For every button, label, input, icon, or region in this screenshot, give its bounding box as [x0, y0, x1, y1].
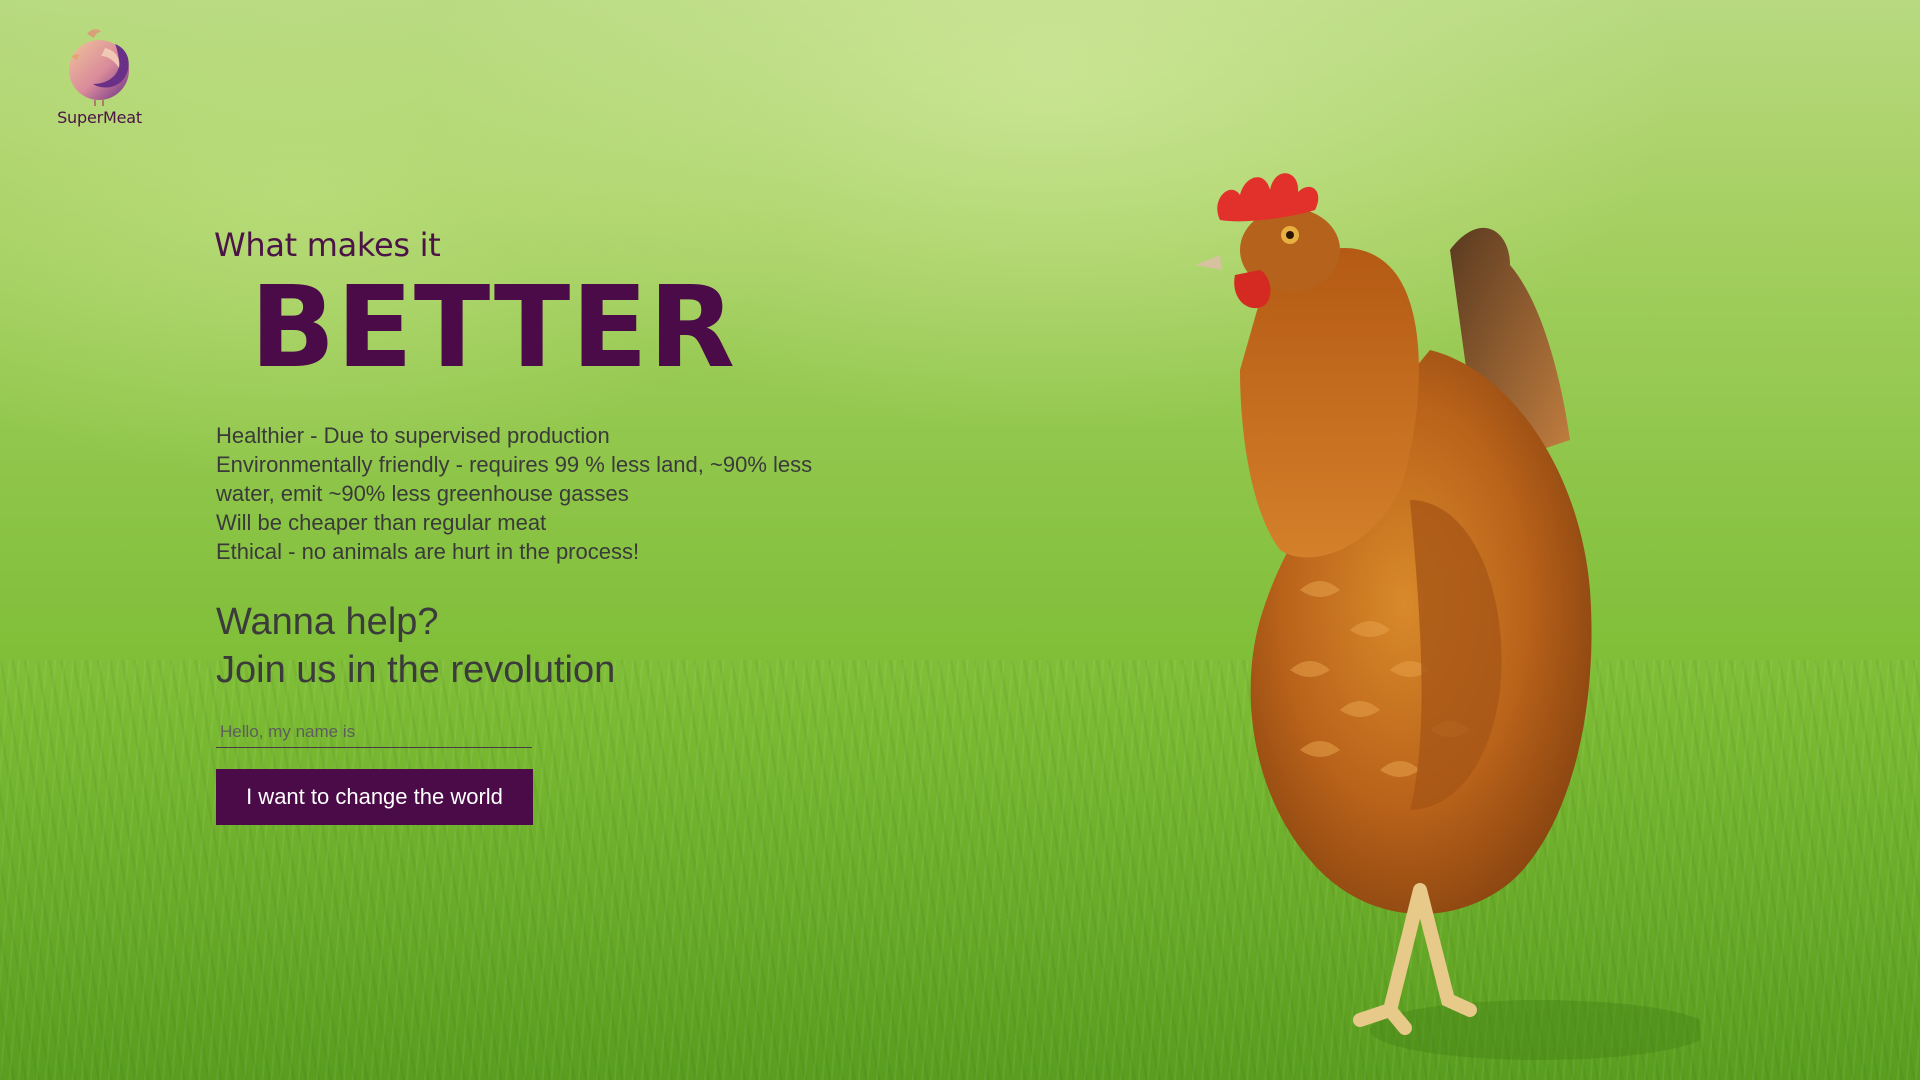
benefit-item: Environmentally friendly - requires 99 %…	[216, 452, 813, 506]
change-the-world-button[interactable]: I want to change the world	[216, 769, 533, 825]
chicken-photo	[1195, 173, 1700, 1060]
hero-headline: BETTER	[250, 263, 736, 393]
benefits-list: Healthier - Due to supervised production…	[216, 421, 816, 566]
cta-line-1: Wanna help?	[216, 601, 439, 643]
benefit-item: Will be cheaper than regular meat	[216, 510, 547, 535]
logo[interactable]: SuperMeat	[52, 26, 147, 127]
benefit-item: Healthier - Due to supervised production	[216, 423, 610, 448]
chicken-logo-icon	[68, 29, 129, 106]
benefit-item: Ethical - no animals are hurt in the pro…	[216, 539, 640, 564]
cta-line-2: Join us in the revolution	[216, 649, 616, 691]
cta-heading: Wanna help? Join us in the revolution	[216, 598, 615, 694]
brand-name: SuperMeat	[57, 108, 142, 127]
name-input[interactable]	[216, 716, 532, 748]
